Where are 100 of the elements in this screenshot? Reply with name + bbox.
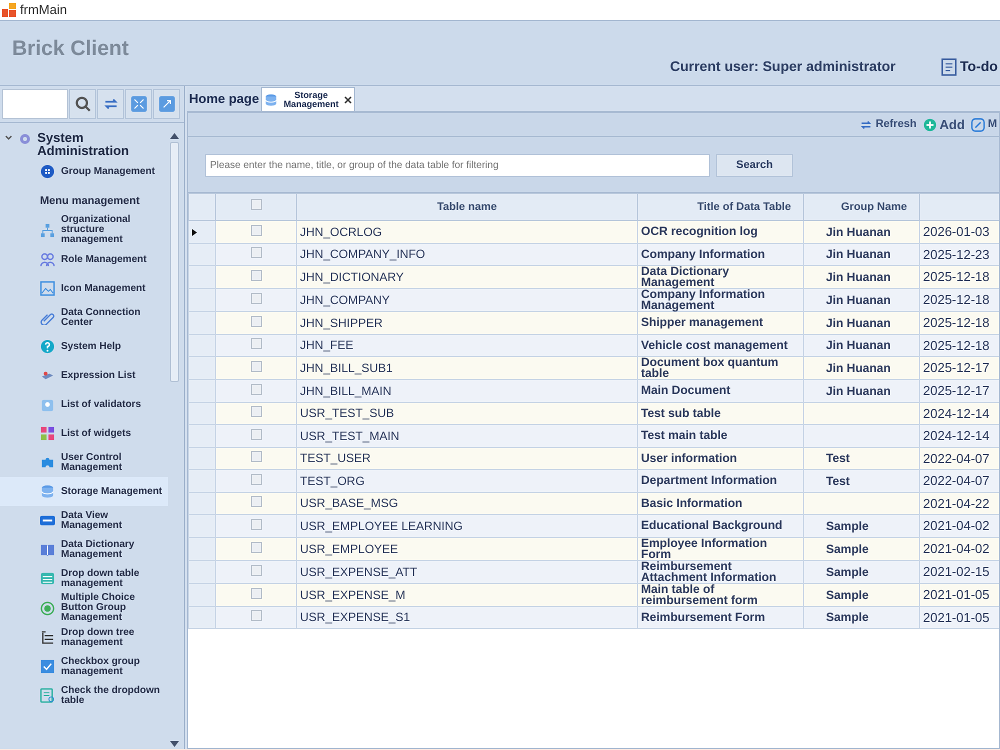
table-cell: 2025-12-18 (920, 266, 999, 288)
refresh-button[interactable]: Refresh (856, 116, 919, 133)
scrollbar-thumb[interactable] (170, 142, 178, 382)
row-checkbox[interactable] (250, 518, 262, 530)
row-checkbox[interactable] (250, 542, 262, 552)
table-cell: 2025-12-23 (920, 243, 999, 266)
tree-item[interactable]: Drop down table management (0, 564, 168, 593)
dropdown-table-icon (40, 688, 55, 703)
database-icon (40, 484, 55, 499)
table-cell: 2024-12-14 (920, 402, 999, 424)
collapse-button[interactable] (125, 89, 152, 119)
tree-item[interactable]: Organizational structure management (0, 215, 168, 245)
search-field[interactable] (2, 89, 68, 119)
grid-icon (40, 164, 55, 179)
table-cell: JHN_COMPANY_INFO (296, 243, 638, 266)
column-header: Title of Data Table (638, 194, 804, 220)
tree-item[interactable]: User Control Management (0, 448, 168, 477)
row-checkbox[interactable] (250, 224, 262, 236)
row-checkbox[interactable] (250, 406, 262, 418)
row-checkbox[interactable] (250, 451, 262, 462)
tree-item[interactable]: Check the dropdown table (0, 681, 168, 710)
tree-item[interactable]: Expression List (0, 361, 168, 390)
tree-item[interactable]: List of widgets (0, 419, 168, 448)
tree-item[interactable]: Menu management (0, 186, 168, 215)
row-checkbox[interactable] (250, 361, 262, 372)
tree-item[interactable]: Checkbox group management (0, 652, 168, 681)
tree-node[interactable]: System Administration (37, 131, 168, 157)
row-checkbox[interactable] (250, 610, 262, 622)
row-checkbox[interactable] (250, 316, 262, 327)
table-cell: 2021-01-05 (920, 606, 999, 628)
table-cell: Sample (826, 518, 869, 533)
table-cell: JHN_DICTIONARY (296, 266, 638, 288)
todo-button[interactable]: To-do (940, 56, 998, 76)
tree-item[interactable]: Drop down tree management (0, 623, 168, 652)
scroll-down-icon[interactable] (170, 741, 178, 747)
tree-item[interactable]: Storage Management (0, 477, 168, 506)
radio-icon (40, 600, 55, 616)
filter-field[interactable]: Please enter the name, title, or group of the data table for filtering (205, 154, 710, 177)
tree-item[interactable]: Group Management (0, 157, 168, 186)
tree-item[interactable]: List of validators (0, 390, 168, 419)
table-icon (40, 571, 55, 586)
table-cell: Jin Huanan (826, 316, 891, 330)
tree-list-icon (40, 630, 55, 645)
search-button[interactable]: Search (716, 154, 793, 177)
app-icon (2, 3, 16, 17)
row-checkbox[interactable] (250, 588, 262, 598)
search-button[interactable] (69, 89, 96, 119)
table-cell: Jin Huanan (826, 247, 891, 262)
tab[interactable]: Storage Management (261, 87, 356, 111)
table-cell: Company Information (638, 243, 804, 266)
row-checkbox[interactable] (250, 474, 262, 485)
table-cell: JHN_BILL_SUB1 (296, 356, 638, 380)
refresh-button[interactable] (97, 89, 124, 119)
tree-item[interactable]: Role Management (0, 245, 168, 274)
table-cell: Document box quantum table (638, 356, 804, 380)
row-header[interactable] (188, 220, 216, 243)
table-cell: USR_EMPLOYEE (296, 537, 638, 560)
select-all-checkbox[interactable] (250, 198, 262, 210)
close-icon[interactable] (344, 96, 352, 104)
row-checkbox[interactable] (250, 564, 262, 576)
row-checkbox[interactable] (250, 428, 262, 440)
table-cell: 2021-01-05 (920, 583, 999, 606)
table-cell: Jin Huanan (826, 384, 891, 398)
table-cell: Vehicle cost management (638, 334, 804, 356)
table-cell: 2025-12-17 (920, 380, 999, 402)
expand-button[interactable] (153, 89, 180, 119)
table-cell: Jin Huanan (826, 293, 891, 307)
tree-item[interactable]: Data Connection Center (0, 303, 168, 332)
row-checkbox[interactable] (250, 384, 262, 395)
table-cell: Jin Huanan (826, 224, 891, 239)
table-cell: 2026-01-03 (920, 220, 999, 243)
table-cell: User information (638, 447, 804, 470)
tree-item[interactable]: Data View Management (0, 506, 168, 535)
table-cell: Reimbursement Attachment Information (638, 560, 804, 583)
table-cell: Jin Huanan (826, 270, 891, 284)
tree-item[interactable]: Icon Management (0, 274, 168, 303)
row-checkbox[interactable] (250, 338, 262, 350)
sql-icon (40, 513, 55, 528)
chevron-down-icon[interactable] (4, 133, 14, 143)
tree-item[interactable]: System Help (0, 332, 168, 361)
tab[interactable]: Home page (187, 87, 262, 111)
table-cell: Reimbursement Form (638, 606, 804, 628)
row-checkbox[interactable] (250, 293, 262, 304)
users-icon (40, 252, 55, 267)
row-checkbox[interactable] (250, 270, 262, 281)
tree-item[interactable]: Data Dictionary Management (0, 535, 168, 564)
row-checkbox[interactable] (250, 496, 262, 508)
add-button[interactable]: Add (920, 114, 967, 134)
org-chart-icon (40, 222, 55, 238)
scroll-up-icon[interactable] (170, 133, 178, 139)
expand-icon (158, 95, 176, 113)
table-cell: USR_BASE_MSG (296, 492, 638, 514)
table-cell: TEST_ORG (296, 470, 638, 492)
row-checkbox[interactable] (250, 247, 262, 258)
tree-item[interactable]: Multiple Choice Button Group Management (0, 593, 168, 623)
table-cell: Test sub table (638, 402, 804, 424)
table-cell: Main table of reimbursement form (638, 583, 804, 606)
table-cell: 2021-04-02 (920, 514, 999, 537)
edit-button[interactable]: M (968, 116, 999, 133)
validator-icon (40, 397, 55, 412)
